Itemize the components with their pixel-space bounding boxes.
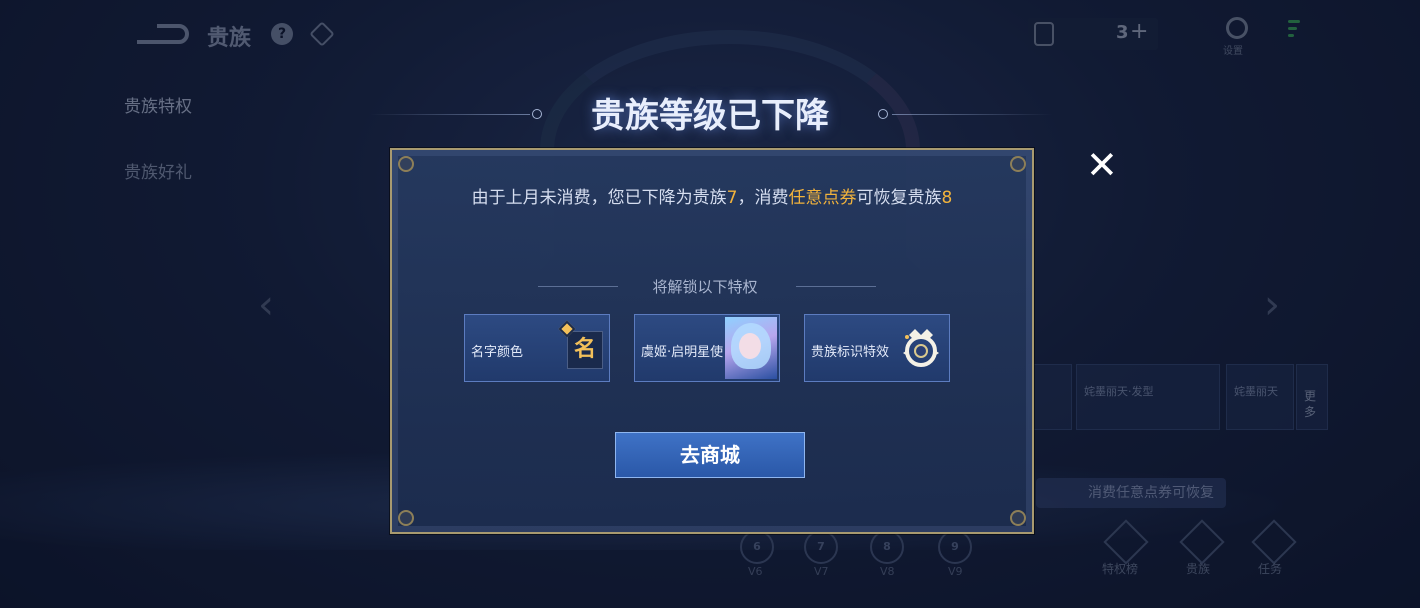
section-divider (538, 286, 618, 287)
privilege-emblem[interactable]: 贵族标识特效 (804, 314, 950, 382)
modal-title: 贵族等级已下降 (591, 96, 829, 136)
close-icon[interactable]: ✕ (1086, 146, 1118, 184)
title-ornament (878, 109, 888, 119)
privilege-label: 虞姬·启明星使 (641, 345, 724, 360)
current-level: 7 (726, 188, 738, 208)
privilege-label: 贵族标识特效 (811, 345, 890, 360)
message-text: ，消费 (737, 188, 789, 208)
level-down-message: 由于上月未消费，您已下降为贵族7，消费任意点券可恢复贵族8 (440, 184, 984, 212)
coupon-highlight: 任意点券 (788, 188, 857, 208)
corner-ornament (1010, 156, 1026, 172)
privilege-label: 名字颜色 (471, 345, 524, 360)
title-divider (892, 114, 1052, 115)
go-to-shop-button[interactable]: 去商城 (615, 432, 805, 478)
corner-ornament (398, 156, 414, 172)
noble-emblem-icon (903, 329, 939, 367)
name-color-icon: 名 (558, 320, 605, 371)
privilege-name-color[interactable]: 名字颜色 名 (464, 314, 610, 382)
corner-ornament (398, 510, 414, 526)
message-text: 由于上月未消费，您已下降为贵族 (471, 188, 727, 208)
section-divider (796, 286, 876, 287)
title-ornament (532, 109, 542, 119)
name-char: 名 (567, 331, 603, 369)
message-text: 可恢复贵族 (856, 188, 942, 208)
title-divider (370, 114, 530, 115)
corner-ornament (1010, 510, 1026, 526)
privilege-skin[interactable]: 虞姬·启明星使 (634, 314, 780, 382)
unlock-title: 将解锁以下特权 (652, 278, 758, 296)
skin-avatar-icon (725, 317, 777, 379)
restore-level: 8 (941, 188, 953, 208)
